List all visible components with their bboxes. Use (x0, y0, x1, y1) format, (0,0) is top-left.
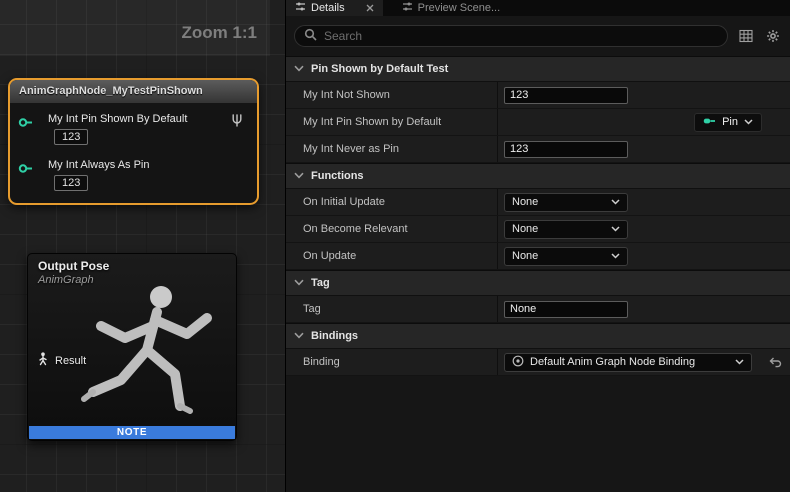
section-bindings[interactable]: Bindings (286, 323, 790, 349)
search-input[interactable] (324, 29, 718, 43)
tab-label: Details (311, 2, 345, 14)
node-title: Output Pose (38, 259, 109, 273)
property-label: On Initial Update (286, 189, 498, 215)
preview-scene-tab-icon (402, 1, 413, 15)
section-tag[interactable]: Tag (286, 270, 790, 296)
details-toolbar (286, 16, 790, 56)
pin-row[interactable]: My Int Always As Pin 123 (18, 159, 249, 191)
section-functions[interactable]: Functions (286, 163, 790, 189)
function-dropdown[interactable]: None (504, 220, 628, 239)
int-input[interactable] (504, 141, 628, 158)
chevron-down-icon (294, 277, 304, 289)
function-dropdown[interactable]: None (504, 193, 628, 212)
anim-graph-node-selected[interactable]: AnimGraphNode_MyTestPinShown My Int Pin … (8, 78, 259, 205)
property-label: My Int Not Shown (286, 82, 498, 108)
zoom-level-label: Zoom 1:1 (181, 23, 257, 43)
property-label: Binding (286, 349, 498, 375)
int-pin-icon[interactable] (18, 161, 33, 179)
pin-label: My Int Pin Shown By Default (48, 113, 249, 125)
search-icon (304, 28, 317, 44)
int-input[interactable] (504, 87, 628, 104)
tab-details[interactable]: Details (286, 0, 383, 16)
revert-arrow-icon[interactable] (769, 357, 782, 368)
node-body: My Int Pin Shown By Default 123 My Int A… (10, 103, 257, 203)
tab-well: Details Preview Scene... (286, 0, 790, 16)
function-dropdown[interactable]: None (504, 247, 628, 266)
search-box[interactable] (294, 25, 728, 47)
animgraph-canvas[interactable]: Zoom 1:1 AnimGraphNode_MyTestPinShown My… (0, 0, 285, 492)
details-panel: Details Preview Scene... (285, 0, 790, 492)
tab-preview-scene[interactable]: Preview Scene... (393, 0, 510, 16)
property-row: My Int Not Shown (286, 82, 790, 109)
node-title[interactable]: AnimGraphNode_MyTestPinShown (10, 80, 257, 103)
pin-row[interactable]: My Int Pin Shown By Default 123 (18, 113, 249, 145)
pin-icon (703, 116, 716, 129)
chevron-down-icon (611, 196, 620, 208)
pin-visibility-dropdown[interactable]: Pin (694, 113, 762, 132)
unreal-editor-window: Zoom 1:1 AnimGraphNode_MyTestPinShown My… (0, 0, 790, 492)
property-row: Binding Default Anim Graph Node Binding (286, 349, 790, 376)
chevron-down-icon (744, 116, 753, 128)
result-pin[interactable]: Result (37, 352, 86, 369)
property-label: My Int Pin Shown by Default (286, 109, 498, 135)
binding-dropdown[interactable]: Default Anim Graph Node Binding (504, 353, 752, 372)
property-row: Tag (286, 296, 790, 323)
dropdown-value: None (512, 196, 606, 208)
property-label: Tag (286, 296, 498, 322)
result-pin-label: Result (55, 355, 86, 367)
pin-value-input[interactable]: 123 (54, 175, 88, 191)
view-options-icon[interactable] (737, 27, 755, 45)
property-label: On Become Relevant (286, 216, 498, 242)
chevron-down-icon (294, 63, 304, 75)
property-row: My Int Pin Shown by Default Pin (286, 109, 790, 136)
dropdown-value: Pin (722, 116, 738, 128)
pushpin-icon[interactable] (231, 114, 243, 132)
pin-value-input[interactable]: 123 (54, 129, 88, 145)
dropdown-value: None (512, 250, 606, 262)
dropdown-value: None (512, 223, 606, 235)
pin-label: My Int Always As Pin (48, 159, 249, 171)
int-pin-icon[interactable] (18, 115, 33, 133)
property-label: My Int Never as Pin (286, 136, 498, 162)
property-row: On Become Relevant None (286, 216, 790, 243)
property-row: My Int Never as Pin (286, 136, 790, 163)
chevron-down-icon (294, 330, 304, 342)
tab-label: Preview Scene... (418, 2, 501, 14)
node-subtitle: AnimGraph (38, 274, 94, 286)
note-bar[interactable]: NOTE (29, 426, 235, 439)
section-title: Functions (311, 170, 364, 182)
output-pose-node[interactable]: Output Pose AnimGraph (27, 253, 237, 441)
property-row: On Update None (286, 243, 790, 270)
dropdown-value: Default Anim Graph Node Binding (530, 356, 729, 368)
section-title: Tag (311, 277, 330, 289)
chevron-down-icon (611, 250, 620, 262)
details-tab-icon (295, 1, 306, 15)
section-pin-shown-by-default-test[interactable]: Pin Shown by Default Test (286, 56, 790, 82)
section-title: Pin Shown by Default Test (311, 63, 448, 75)
binding-icon (512, 355, 524, 370)
section-title: Bindings (311, 330, 358, 342)
tag-input[interactable] (504, 301, 628, 318)
chevron-down-icon (735, 356, 744, 368)
chevron-down-icon (294, 170, 304, 182)
settings-gear-icon[interactable] (764, 27, 782, 45)
property-row: On Initial Update None (286, 189, 790, 216)
close-icon[interactable] (366, 4, 374, 12)
chevron-down-icon (611, 223, 620, 235)
person-pin-icon (37, 352, 49, 369)
property-label: On Update (286, 243, 498, 269)
